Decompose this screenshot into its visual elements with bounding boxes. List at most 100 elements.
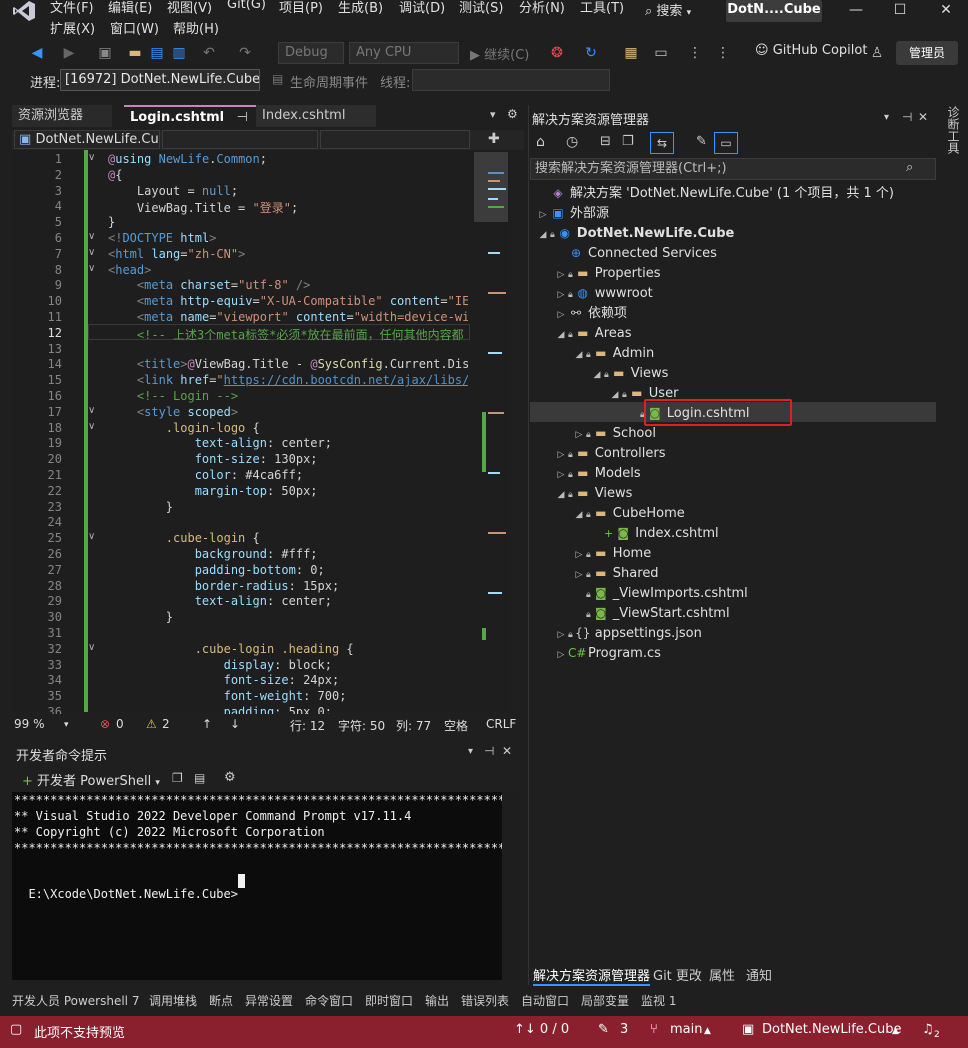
tab-overflow-icon[interactable]: ▾ — [490, 108, 496, 121]
chevron-up-icon[interactable]: ▲ — [704, 1026, 711, 1036]
tab-locals[interactable]: 局部变量 — [581, 992, 629, 1009]
tab-index-cshtml[interactable]: Index.cshtml — [256, 105, 376, 127]
hot-reload-icon[interactable]: ❂ — [548, 44, 566, 62]
tree-item[interactable]: 🔒︎ ◙ _ViewStart.cshtml — [572, 603, 730, 623]
code-line[interactable]: <link href="https://cdn.bootcdn.net/ajax… — [108, 373, 468, 387]
code-line[interactable]: padding-bottom: 0; — [108, 563, 325, 577]
undo-icon[interactable]: ↶ — [200, 44, 218, 62]
history-icon[interactable]: ◷ — [566, 134, 578, 150]
tab-login-cshtml[interactable]: Login.cshtml ⊣ ✕ — [124, 105, 256, 147]
close-window-button[interactable]: ✕ — [926, 0, 966, 22]
code-line[interactable]: } — [108, 500, 173, 514]
code-line[interactable]: <head> — [108, 263, 151, 277]
configuration-dropdown[interactable]: Debug — [278, 42, 344, 64]
code-line[interactable]: <style scoped> — [108, 405, 238, 419]
code-line[interactable]: <!DOCTYPE html> — [108, 231, 216, 245]
visual-studio-logo-icon[interactable] — [12, 0, 40, 24]
tree-item[interactable]: ▷ 🔒︎ ▬ Shared — [572, 563, 659, 583]
error-icon[interactable]: ⊗ — [100, 717, 110, 731]
tree-item[interactable]: ◢ 🔒︎ ▬ Areas — [554, 323, 632, 343]
panel-menu-icon[interactable]: ▾ — [468, 746, 473, 757]
tree-item[interactable]: ▷ ⚯ 依赖项 — [554, 303, 627, 323]
pin-icon[interactable]: ⊣ — [902, 110, 912, 124]
feedback-icon[interactable]: ♙ — [868, 44, 886, 62]
redo-icon[interactable]: ↷ — [236, 44, 254, 62]
collapsed-arrow-icon[interactable]: ▷ — [572, 565, 586, 585]
sync-with-document-icon[interactable]: ⇆ — [650, 132, 674, 154]
code-line[interactable]: @using NewLife.Common; — [108, 152, 267, 166]
tree-item[interactable]: ▷ 🔒︎ ▬ Home — [572, 543, 652, 565]
collapsed-arrow-icon[interactable]: ▷ — [554, 305, 568, 325]
thread-dropdown[interactable] — [412, 69, 610, 91]
tab-resource-explorer[interactable]: 资源浏览器 — [12, 105, 112, 127]
code-line[interactable]: <html lang="zh-CN"> — [108, 247, 245, 261]
split-editor-icon[interactable]: ✚ — [488, 131, 500, 147]
code-line[interactable]: color: #4ca6ff; — [108, 468, 303, 482]
menu-edit[interactable]: 编辑(E) — [108, 0, 152, 16]
pending-edits-count[interactable]: 3 — [620, 1022, 628, 1037]
collapsed-arrow-icon[interactable]: ▷ — [554, 265, 568, 285]
fold-toggle-icon[interactable]: ∨ — [88, 531, 95, 542]
search-icon[interactable]: ⌕ — [906, 160, 913, 175]
char-indicator[interactable]: 字符: 50 — [338, 717, 385, 734]
tree-item[interactable]: ◢ 🔒︎ ▬ Views — [590, 363, 669, 385]
tab-immediate-window[interactable]: 即时窗口 — [365, 992, 413, 1009]
zoom-level[interactable]: 99 % — [14, 717, 45, 731]
save-icon[interactable]: ▤ — [148, 44, 166, 62]
menu-analyze[interactable]: 分析(N) — [519, 0, 565, 16]
new-project-icon[interactable]: ▣ — [96, 44, 114, 62]
expanded-arrow-icon[interactable]: ◢ — [572, 505, 586, 525]
expanded-arrow-icon[interactable]: ◢ — [554, 325, 568, 345]
home-icon[interactable]: ⌂ — [536, 134, 545, 150]
code-line[interactable]: } — [108, 610, 173, 624]
properties-wrench-icon[interactable]: ✎ — [696, 134, 707, 149]
code-line[interactable]: <!-- 上述3个meta标签*必须*放在最前面，任何其他内容都 — [108, 326, 464, 343]
code-line[interactable]: ViewBag.Title = "登录"; — [108, 199, 298, 216]
menu-test[interactable]: 测试(S) — [459, 0, 503, 16]
expanded-arrow-icon[interactable]: ◢ — [590, 365, 604, 385]
code-line[interactable]: .cube-login { — [108, 531, 260, 545]
panel-menu-icon[interactable]: ▾ — [884, 112, 889, 123]
show-all-files-icon[interactable]: ❐ — [622, 134, 634, 149]
code-line[interactable]: <!-- Login --> — [108, 389, 238, 403]
tree-item[interactable]: ◢ 🔒︎ ▬ Views — [554, 483, 633, 503]
platform-dropdown[interactable]: Any CPU — [349, 42, 459, 64]
fold-toggle-icon[interactable]: ∨ — [88, 152, 95, 163]
collapsed-arrow-icon[interactable]: ▷ — [554, 465, 568, 485]
code-line[interactable]: background: #fff; — [108, 547, 318, 561]
window-layout-icon[interactable]: ▭ — [652, 44, 670, 62]
tree-item[interactable]: ▷ ▣ 外部源 — [536, 203, 609, 223]
tab-dev-powershell[interactable]: 开发人员 Powershell 7 — [12, 992, 139, 1009]
pin-icon[interactable]: ⊣ — [237, 110, 248, 125]
code-line[interactable]: font-weight: 700; — [108, 689, 347, 703]
collapsed-arrow-icon[interactable]: ▷ — [554, 625, 568, 645]
chevron-up-icon[interactable]: ▲ — [892, 1026, 899, 1036]
fold-toggle-icon[interactable]: ∨ — [88, 263, 95, 274]
code-line[interactable]: text-align: center; — [108, 594, 332, 608]
tree-item[interactable]: ⊕ Connected Services — [554, 243, 717, 263]
collapsed-arrow-icon[interactable]: ▷ — [536, 205, 550, 225]
fold-toggle-icon[interactable]: ∨ — [88, 405, 95, 416]
admin-badge[interactable]: 管理员 — [896, 41, 958, 65]
diagnostic-tools-tab[interactable]: 诊断工具 — [944, 106, 962, 154]
menu-tools[interactable]: 工具(T) — [580, 0, 624, 16]
tab-autos[interactable]: 自动窗口 — [521, 992, 569, 1009]
menu-file[interactable]: 文件(F) — [50, 0, 94, 16]
terminal-settings-icon[interactable]: ⚙ — [224, 770, 236, 785]
tab-notifications[interactable]: 通知 — [746, 965, 772, 984]
fold-toggle-icon[interactable]: ∨ — [88, 247, 95, 258]
collapsed-arrow-icon[interactable]: ▷ — [572, 545, 586, 565]
code-line[interactable]: font-size: 130px; — [108, 452, 318, 466]
menu-project[interactable]: 项目(P) — [279, 0, 323, 16]
collapse-all-icon[interactable]: ⊟ — [600, 134, 611, 149]
menu-build[interactable]: 生成(B) — [338, 0, 383, 16]
next-issue-icon[interactable]: ↓ — [230, 717, 240, 731]
tree-item[interactable]: ◈ 解决方案 'DotNet.NewLife.Cube' (1 个项目，共 1 个… — [536, 183, 894, 203]
continue-button[interactable]: ▶ 继续(C) — [470, 44, 529, 63]
tree-item[interactable]: ▷ 🔒︎ ◍ wwwroot — [554, 283, 653, 303]
github-copilot-button[interactable]: ☺ GitHub Copilot — [755, 43, 867, 58]
maximize-button[interactable]: ☐ — [880, 0, 920, 22]
git-sync-status[interactable]: ↑↓ 0 / 0 — [514, 1022, 569, 1037]
collapsed-arrow-icon[interactable]: ▷ — [572, 425, 586, 445]
git-branch[interactable]: main — [670, 1022, 702, 1037]
